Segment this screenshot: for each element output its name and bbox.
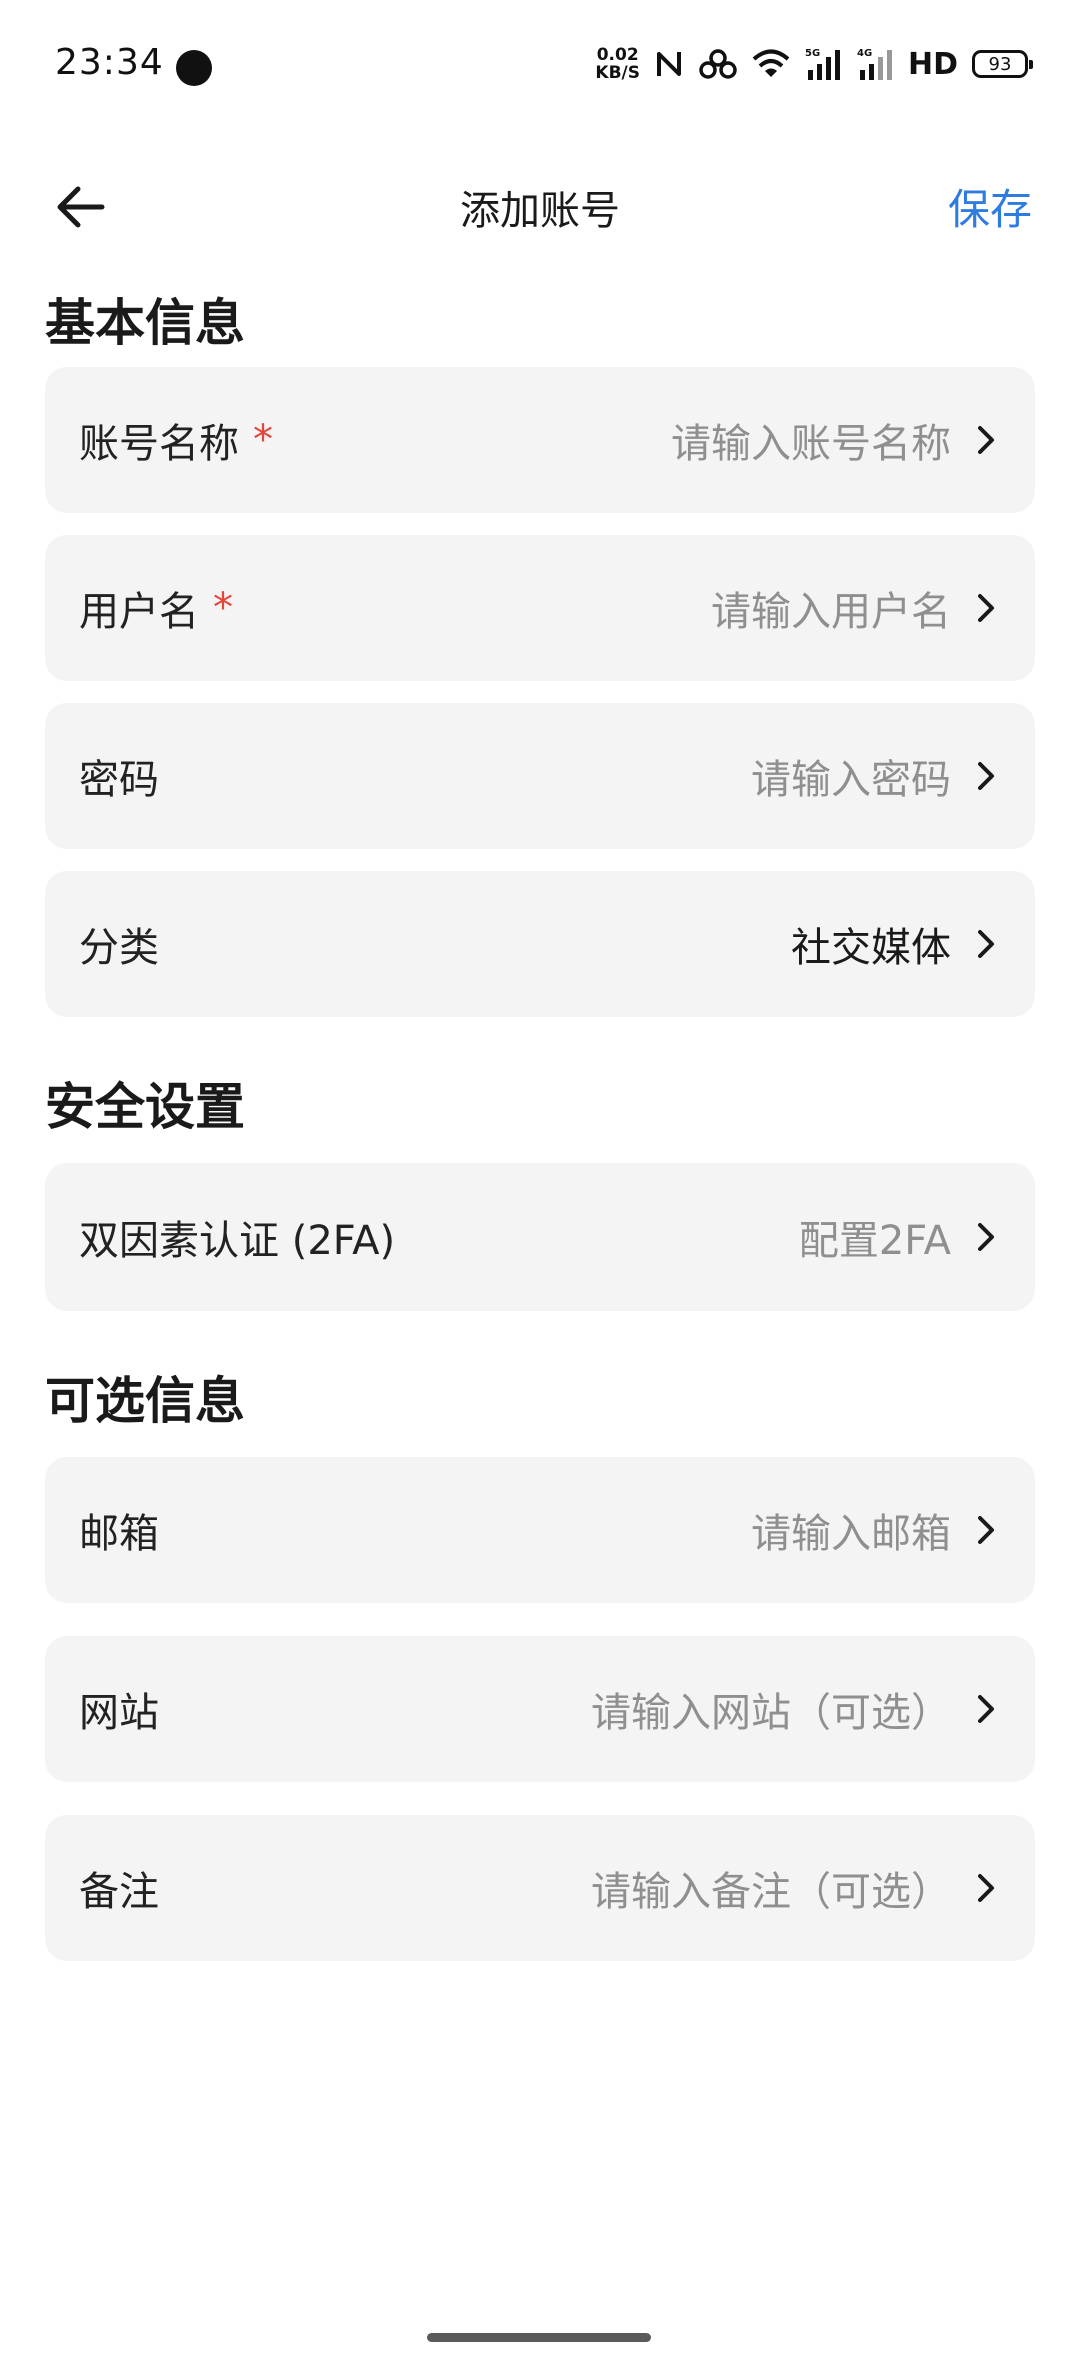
email-field[interactable]: 邮箱 请输入邮箱 xyxy=(45,1457,1035,1603)
chevron-right-icon xyxy=(971,1689,1001,1729)
password-field[interactable]: 密码 请输入密码 xyxy=(45,703,1035,849)
svg-text:5G: 5G xyxy=(805,48,820,59)
battery-icon: 93 xyxy=(972,50,1033,78)
page-title: 添加账号 xyxy=(460,188,620,234)
section-title-basic: 基本信息 xyxy=(45,294,245,352)
nfc-icon xyxy=(656,52,681,76)
category-value: 社交媒体 xyxy=(791,925,951,971)
signal-5g-icon: 5G xyxy=(805,48,840,80)
save-button[interactable]: 保存 xyxy=(948,176,1032,237)
website-field[interactable]: 网站 请输入网站（可选） xyxy=(45,1636,1035,1782)
note-placeholder: 请输入备注（可选） xyxy=(591,1869,951,1915)
password-label: 密码 xyxy=(79,757,159,803)
password-placeholder: 请输入密码 xyxy=(751,757,951,803)
hd-indicator: HD xyxy=(907,46,958,82)
note-field[interactable]: 备注 请输入备注（可选） xyxy=(45,1815,1035,1961)
website-label: 网站 xyxy=(79,1690,159,1736)
svg-text:4G: 4G xyxy=(857,48,872,59)
chevron-right-icon xyxy=(971,588,1001,628)
chevron-right-icon xyxy=(971,1510,1001,1550)
chevron-right-icon xyxy=(971,1217,1001,1257)
website-placeholder: 请输入网站（可选） xyxy=(591,1690,951,1736)
status-bar: 23:34 0.02 KB/S 5G 4G HD 93 xyxy=(0,0,1080,130)
link-icon xyxy=(699,49,737,79)
signal-4g-icon: 4G xyxy=(857,48,892,80)
account-name-placeholder: 请输入账号名称 xyxy=(671,421,951,467)
battery-level: 93 xyxy=(988,53,1012,75)
note-label: 备注 xyxy=(79,1869,159,1915)
twofa-field[interactable]: 双因素认证 (2FA) 配置2FA xyxy=(45,1163,1035,1311)
section-title-optional: 可选信息 xyxy=(45,1372,245,1430)
category-field[interactable]: 分类 社交媒体 xyxy=(45,871,1035,1017)
network-speed-unit: KB/S xyxy=(595,63,640,83)
username-placeholder: 请输入用户名 xyxy=(711,589,951,635)
username-label: 用户名 xyxy=(79,589,199,635)
twofa-label: 双因素认证 (2FA) xyxy=(79,1218,396,1264)
required-mark: * xyxy=(253,417,273,463)
chevron-right-icon xyxy=(971,1868,1001,1908)
required-mark: * xyxy=(213,585,233,631)
home-indicator[interactable] xyxy=(427,2333,651,2342)
account-name-field[interactable]: 账号名称 * 请输入账号名称 xyxy=(45,367,1035,513)
email-placeholder: 请输入邮箱 xyxy=(751,1511,951,1557)
section-title-security: 安全设置 xyxy=(45,1078,245,1136)
chevron-right-icon xyxy=(971,924,1001,964)
twofa-value: 配置2FA xyxy=(798,1218,951,1264)
notification-dot-icon xyxy=(176,50,212,86)
username-field[interactable]: 用户名 * 请输入用户名 xyxy=(45,535,1035,681)
category-label: 分类 xyxy=(79,925,159,971)
account-name-label: 账号名称 xyxy=(79,421,239,467)
wifi-icon xyxy=(752,49,790,77)
status-icons: 0.02 KB/S 5G 4G HD 93 xyxy=(595,44,1033,84)
network-speed: 0.02 KB/S xyxy=(595,46,640,82)
network-speed-value: 0.02 xyxy=(596,45,639,65)
chevron-right-icon xyxy=(971,420,1001,460)
app-header: 添加账号 保存 xyxy=(0,150,1080,260)
email-label: 邮箱 xyxy=(79,1511,159,1557)
status-time: 23:34 xyxy=(55,42,164,83)
chevron-right-icon xyxy=(971,756,1001,796)
